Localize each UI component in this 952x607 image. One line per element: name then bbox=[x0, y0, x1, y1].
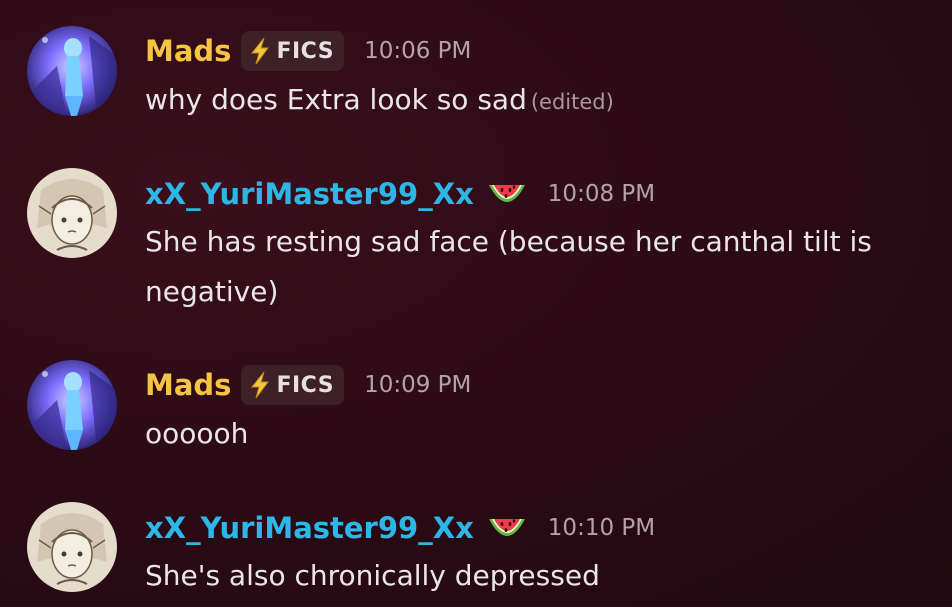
chat-message-list: Mads FICS 10:06 PM why does Extra look s… bbox=[0, 0, 952, 607]
timestamp[interactable]: 10:06 PM bbox=[364, 38, 471, 64]
username[interactable]: Mads bbox=[145, 33, 231, 69]
lightning-bolt-icon bbox=[251, 37, 270, 65]
message-header: Mads FICS 10:09 PM bbox=[145, 365, 471, 405]
message-text: She has resting sad face (because her ca… bbox=[145, 225, 872, 308]
lightning-bolt-icon bbox=[251, 371, 270, 399]
username[interactable]: xX_YuriMaster99_Xx bbox=[145, 510, 474, 546]
watermelon-icon bbox=[488, 185, 525, 202]
message-content: why does Extra look so sad bbox=[145, 83, 527, 116]
message-text: why does Extra look so sad (edited) bbox=[145, 75, 935, 127]
username[interactable]: xX_YuriMaster99_Xx bbox=[145, 176, 474, 212]
server-tag-label: FICS bbox=[276, 372, 335, 398]
edited-marker: (edited) bbox=[530, 90, 614, 114]
username[interactable]: Mads bbox=[145, 367, 231, 403]
message-header: Mads FICS 10:06 PM bbox=[145, 31, 471, 71]
server-tag[interactable]: FICS bbox=[241, 31, 345, 71]
server-tag[interactable]: FICS bbox=[241, 365, 345, 405]
timestamp[interactable]: 10:10 PM bbox=[548, 515, 655, 541]
avatar-mads[interactable] bbox=[27, 26, 117, 116]
message-header: xX_YuriMaster99_Xx 10:08 PM bbox=[145, 174, 655, 214]
message-text: oooooh bbox=[145, 417, 249, 450]
watermelon-icon bbox=[488, 519, 525, 536]
server-tag-label: FICS bbox=[276, 38, 335, 64]
avatar-yuri[interactable] bbox=[27, 502, 117, 592]
message-header: xX_YuriMaster99_Xx 10:10 PM bbox=[145, 508, 655, 548]
message-text: She's also chronically depressed bbox=[145, 559, 600, 592]
avatar-mads[interactable] bbox=[27, 360, 117, 450]
avatar-yuri[interactable] bbox=[27, 168, 117, 258]
timestamp[interactable]: 10:08 PM bbox=[548, 181, 655, 207]
timestamp[interactable]: 10:09 PM bbox=[364, 372, 471, 398]
